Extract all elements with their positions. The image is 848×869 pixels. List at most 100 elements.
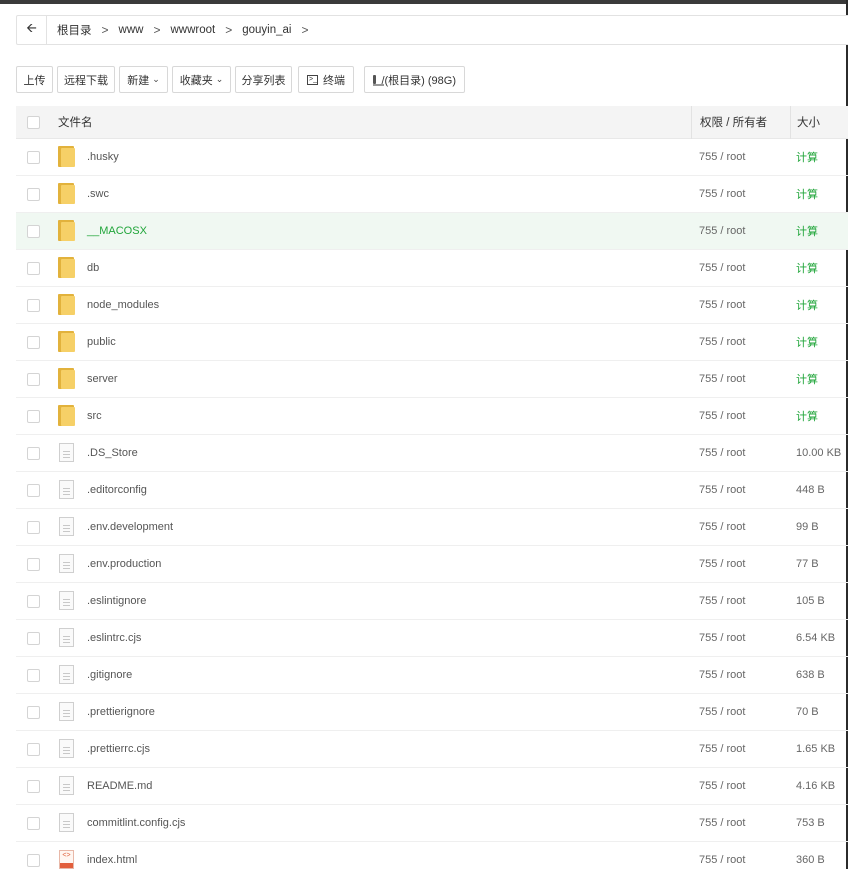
breadcrumb-item-wwwroot[interactable]: wwwroot > xyxy=(160,23,232,37)
file-name[interactable]: index.html xyxy=(87,854,137,866)
row-checkbox[interactable] xyxy=(26,668,40,682)
table-row[interactable]: .eslintignore 755 / root 105 B xyxy=(16,583,848,620)
file-permission[interactable]: 755 / root xyxy=(691,706,790,718)
row-checkbox[interactable] xyxy=(26,483,40,497)
table-row[interactable]: commitlint.config.cjs 755 / root 753 B xyxy=(16,805,848,842)
calculate-size-link[interactable]: 计算 xyxy=(790,186,848,202)
table-row[interactable]: <> index.html 755 / root 360 B xyxy=(16,842,848,869)
file-permission[interactable]: 755 / root xyxy=(691,447,790,459)
table-row[interactable]: .eslintrc.cjs 755 / root 6.54 KB xyxy=(16,620,848,657)
file-permission[interactable]: 755 / root xyxy=(691,632,790,644)
calculate-size-link[interactable]: 计算 xyxy=(790,297,848,313)
row-checkbox[interactable] xyxy=(26,520,40,534)
file-name[interactable]: README.md xyxy=(87,780,152,792)
file-name[interactable]: .env.development xyxy=(87,521,173,533)
table-row[interactable]: public 755 / root 计算 xyxy=(16,324,848,361)
file-name[interactable]: .swc xyxy=(87,188,109,200)
row-checkbox[interactable] xyxy=(26,705,40,719)
row-checkbox[interactable] xyxy=(26,224,40,238)
file-permission[interactable]: 755 / root xyxy=(691,743,790,755)
table-row[interactable]: node_modules 755 / root 计算 xyxy=(16,287,848,324)
file-permission[interactable]: 755 / root xyxy=(691,188,790,200)
select-all-checkbox[interactable] xyxy=(26,115,40,129)
calculate-size-link[interactable]: 计算 xyxy=(790,334,848,350)
favorites-dropdown-button[interactable]: 收藏夹 ⌄ xyxy=(172,66,231,93)
calculate-size-link[interactable]: 计算 xyxy=(790,149,848,165)
file-name[interactable]: commitlint.config.cjs xyxy=(87,817,185,829)
calculate-size-link[interactable]: 计算 xyxy=(790,408,848,424)
header-size[interactable]: 大小 xyxy=(790,105,848,139)
calculate-size-link[interactable]: 计算 xyxy=(790,223,848,239)
file-name[interactable]: .prettierignore xyxy=(87,706,155,718)
row-checkbox[interactable] xyxy=(26,742,40,756)
table-row[interactable]: .prettierrc.cjs 755 / root 1.65 KB xyxy=(16,731,848,768)
table-row[interactable]: db 755 / root 计算 xyxy=(16,250,848,287)
file-permission[interactable]: 755 / root xyxy=(691,225,790,237)
table-row[interactable]: .prettierignore 755 / root 70 B xyxy=(16,694,848,731)
breadcrumb-item-gouyin-ai[interactable]: gouyin_ai > xyxy=(232,23,308,37)
file-permission[interactable]: 755 / root xyxy=(691,373,790,385)
file-permission[interactable]: 755 / root xyxy=(691,410,790,422)
breadcrumb-item-www[interactable]: www > xyxy=(109,23,161,37)
terminal-button[interactable]: >_ 终端 xyxy=(298,66,354,93)
file-permission[interactable]: 755 / root xyxy=(691,669,790,681)
file-permission[interactable]: 755 / root xyxy=(691,484,790,496)
row-checkbox[interactable] xyxy=(26,446,40,460)
file-permission[interactable]: 755 / root xyxy=(691,262,790,274)
file-name[interactable]: .husky xyxy=(87,151,119,163)
file-permission[interactable]: 755 / root xyxy=(691,595,790,607)
file-name[interactable]: node_modules xyxy=(87,299,159,311)
table-row[interactable]: server 755 / root 计算 xyxy=(16,361,848,398)
table-row[interactable]: README.md 755 / root 4.16 KB xyxy=(16,768,848,805)
file-permission[interactable]: 755 / root xyxy=(691,151,790,163)
file-name[interactable]: db xyxy=(87,262,99,274)
file-name[interactable]: .editorconfig xyxy=(87,484,147,496)
table-row[interactable]: src 755 / root 计算 xyxy=(16,398,848,435)
table-row[interactable]: __MACOSX 755 / root 计算 xyxy=(16,213,848,250)
row-checkbox[interactable] xyxy=(26,187,40,201)
file-name[interactable]: .eslintrc.cjs xyxy=(87,632,141,644)
file-permission[interactable]: 755 / root xyxy=(691,780,790,792)
file-permission[interactable]: 755 / root xyxy=(691,521,790,533)
table-row[interactable]: .env.development 755 / root 99 B xyxy=(16,509,848,546)
remote-download-button[interactable]: 远程下载 xyxy=(57,66,115,93)
file-permission[interactable]: 755 / root xyxy=(691,817,790,829)
disk-button[interactable]: /(根目录) (98G) xyxy=(364,66,465,93)
file-permission[interactable]: 755 / root xyxy=(691,336,790,348)
file-name[interactable]: server xyxy=(87,373,118,385)
share-list-button[interactable]: 分享列表 xyxy=(235,66,292,93)
table-row[interactable]: .swc 755 / root 计算 xyxy=(16,176,848,213)
row-checkbox[interactable] xyxy=(26,298,40,312)
row-checkbox[interactable] xyxy=(26,150,40,164)
back-button[interactable]: 🡨 xyxy=(17,16,47,44)
table-row[interactable]: .editorconfig 755 / root 448 B xyxy=(16,472,848,509)
table-row[interactable]: .husky 755 / root 计算 xyxy=(16,139,848,176)
file-name[interactable]: .env.production xyxy=(87,558,161,570)
file-permission[interactable]: 755 / root xyxy=(691,299,790,311)
file-permission[interactable]: 755 / root xyxy=(691,558,790,570)
file-name[interactable]: src xyxy=(87,410,102,422)
table-row[interactable]: .DS_Store 755 / root 10.00 KB xyxy=(16,435,848,472)
row-checkbox[interactable] xyxy=(26,816,40,830)
header-filename[interactable]: 文件名 xyxy=(50,114,691,130)
breadcrumb-item-root[interactable]: 根目录 > xyxy=(47,22,109,38)
row-checkbox[interactable] xyxy=(26,853,40,867)
file-permission[interactable]: 755 / root xyxy=(691,854,790,866)
calculate-size-link[interactable]: 计算 xyxy=(790,371,848,387)
file-name[interactable]: __MACOSX xyxy=(87,225,147,237)
new-dropdown-button[interactable]: 新建 ⌄ xyxy=(119,66,168,93)
row-checkbox[interactable] xyxy=(26,631,40,645)
calculate-size-link[interactable]: 计算 xyxy=(790,260,848,276)
row-checkbox[interactable] xyxy=(26,261,40,275)
row-checkbox[interactable] xyxy=(26,594,40,608)
table-row[interactable]: .env.production 755 / root 77 B xyxy=(16,546,848,583)
row-checkbox[interactable] xyxy=(26,409,40,423)
table-row[interactable]: .gitignore 755 / root 638 B xyxy=(16,657,848,694)
header-permission[interactable]: 权限 / 所有者 xyxy=(691,105,790,139)
file-name[interactable]: .gitignore xyxy=(87,669,132,681)
file-name[interactable]: .DS_Store xyxy=(87,447,138,459)
row-checkbox[interactable] xyxy=(26,779,40,793)
file-name[interactable]: .prettierrc.cjs xyxy=(87,743,150,755)
row-checkbox[interactable] xyxy=(26,335,40,349)
file-name[interactable]: .eslintignore xyxy=(87,595,146,607)
